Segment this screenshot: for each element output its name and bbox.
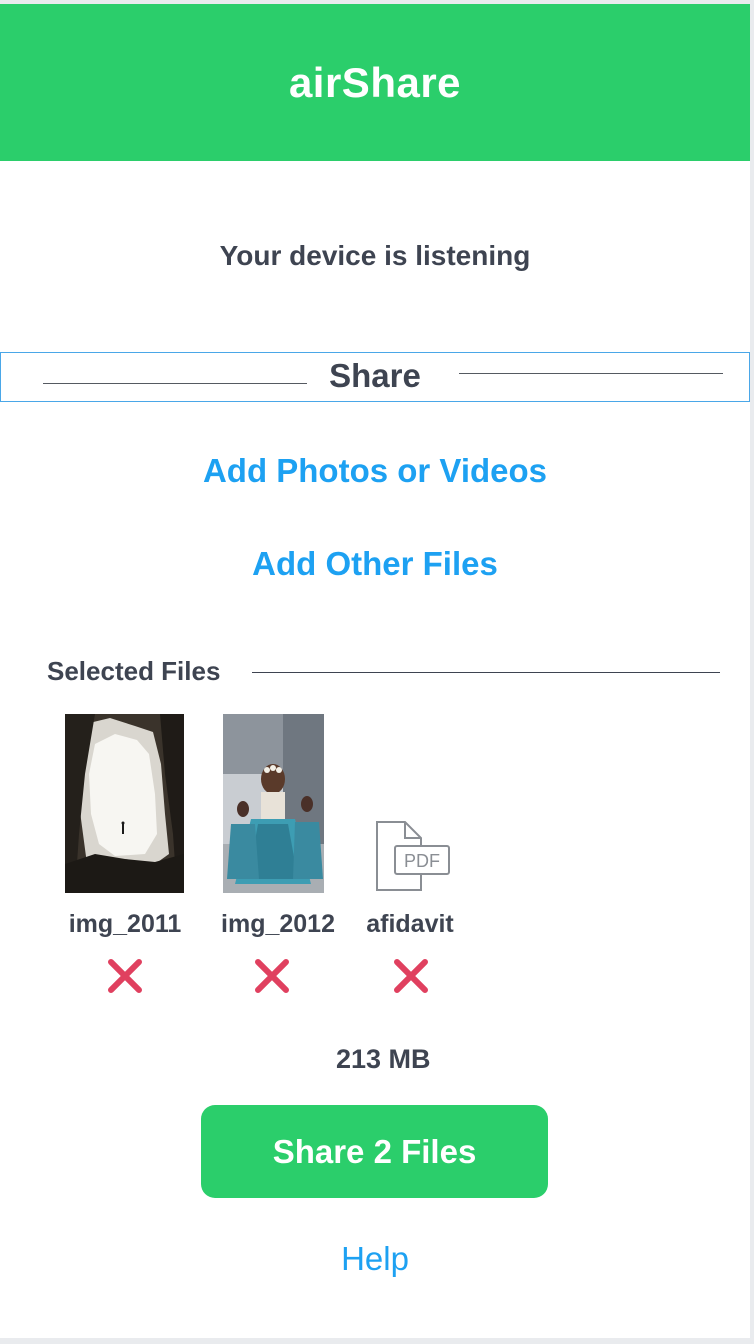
- share-files-button[interactable]: Share 2 Files: [201, 1105, 548, 1198]
- add-photos-videos-link[interactable]: Add Photos or Videos: [0, 452, 750, 490]
- app-header: airShare: [0, 4, 750, 161]
- divider-right: [459, 373, 723, 374]
- add-other-files-link[interactable]: Add Other Files: [0, 545, 750, 583]
- selected-files-divider: [252, 672, 720, 673]
- share-section-label: Share: [329, 357, 421, 394]
- remove-x-icon[interactable]: [393, 958, 429, 994]
- total-size: 213 MB: [336, 1044, 431, 1074]
- help-link[interactable]: Help: [0, 1240, 750, 1278]
- dancers-photo-thumbnail: [223, 714, 324, 893]
- pdf-label: PDF: [404, 851, 440, 871]
- selected-files-label: Selected Files: [47, 656, 221, 686]
- share-section-header: Share: [0, 352, 750, 402]
- file-name: img_2011: [68, 910, 182, 938]
- pdf-file-icon: PDF: [375, 820, 451, 892]
- app-screen: airShare Your device is listening Share …: [0, 4, 750, 1338]
- cave-photo-thumbnail: [65, 714, 184, 893]
- selected-file-item: PDF afidavit: [355, 714, 465, 994]
- file-name: img_2012: [221, 910, 335, 938]
- remove-x-icon[interactable]: [107, 958, 143, 994]
- remove-x-icon[interactable]: [254, 958, 290, 994]
- file-name: afidavit: [366, 910, 454, 938]
- app-title: airShare: [288, 58, 462, 106]
- selected-file-item: img_2011: [55, 714, 195, 994]
- listening-status: Your device is listening: [219, 240, 531, 271]
- selected-file-item: img_2012: [208, 714, 348, 994]
